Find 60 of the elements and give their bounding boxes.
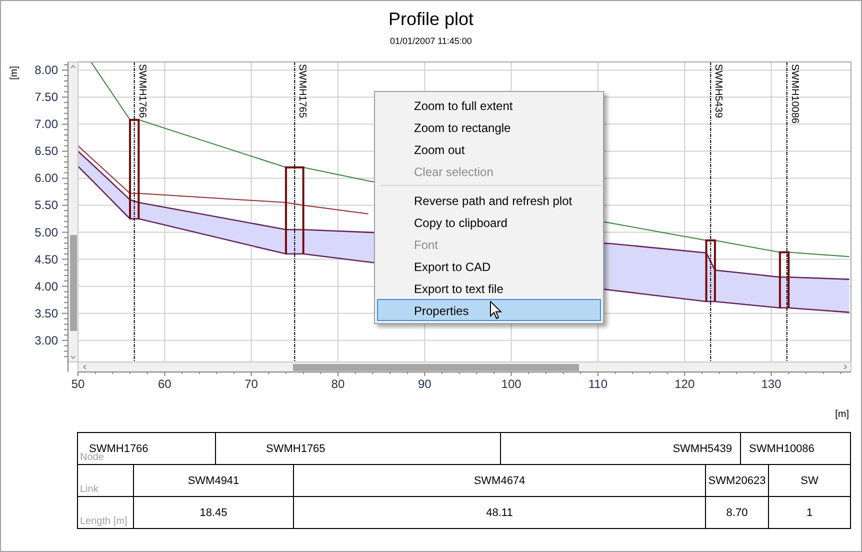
- menu-item[interactable]: Copy to clipboard: [377, 211, 601, 233]
- table-cell: SWMH1766: [89, 442, 148, 454]
- manhole-drawing: [705, 239, 716, 302]
- y-tick-label: 7.00: [34, 117, 58, 132]
- plot-title: Profile plot: [388, 9, 474, 30]
- node-label: SWMH10086: [788, 64, 800, 124]
- scroll-left-icon[interactable]: [82, 364, 86, 370]
- node-label: SWMH1765: [296, 64, 308, 118]
- y-tick-label: 4.50: [34, 252, 58, 266]
- table-cell: SWMH1765: [266, 442, 326, 454]
- menu-item[interactable]: Export to CAD: [377, 255, 601, 277]
- menu-item[interactable]: Zoom to rectangle: [377, 116, 601, 138]
- table-cell: SWM4941: [188, 474, 240, 486]
- manhole-drawing: [778, 251, 790, 308]
- y-tick-label: 5.50: [34, 198, 58, 212]
- table-cell: 1: [806, 506, 813, 518]
- scroll-up-icon[interactable]: [70, 64, 76, 68]
- node-label: SWMH5439: [712, 64, 724, 118]
- menu-item[interactable]: Properties: [377, 299, 601, 321]
- y-tick-label: 7.50: [34, 90, 58, 104]
- x-tick-label: 90: [418, 377, 432, 391]
- y-tick-label: 6.00: [34, 171, 58, 186]
- y-tick-label: 3.00: [34, 333, 58, 348]
- table-cell: 18.45: [200, 506, 228, 518]
- menu-item[interactable]: Reverse path and refresh plot: [377, 189, 601, 211]
- x-tick-label: 60: [158, 377, 172, 391]
- y-tick-label: 6.50: [34, 144, 58, 158]
- x-tick-label: 70: [244, 377, 258, 391]
- table-cell: SWMH5439: [672, 442, 732, 454]
- x-tick-label: 80: [331, 377, 345, 391]
- table-cell: SWMH10086: [749, 442, 814, 454]
- menu-item[interactable]: Zoom to full extent: [377, 94, 601, 116]
- row-label: Node: [80, 452, 104, 463]
- table-cell: SWM20623: [708, 474, 766, 486]
- x-tick-label: 120: [674, 377, 695, 391]
- scroll-down-icon[interactable]: [70, 356, 76, 360]
- plot-timestamp: 01/01/2007 11:45:00: [390, 36, 472, 46]
- x-tick-label: 130: [761, 377, 782, 391]
- row-label: Link: [80, 484, 98, 495]
- scroll-right-icon[interactable]: [844, 364, 848, 370]
- mouse-pointer-icon: [490, 301, 502, 320]
- scrollbar-thumb[interactable]: [70, 235, 77, 331]
- table-cell: SW: [800, 474, 818, 486]
- row-label: Length [m]: [80, 516, 128, 527]
- menu-item[interactable]: Export to text file: [377, 277, 601, 299]
- x-axis-label: [m]: [835, 409, 849, 420]
- menu-item[interactable]: Zoom out: [377, 138, 601, 160]
- y-tick-label: 8.00: [34, 63, 58, 78]
- y-tick-label: 4.00: [34, 279, 58, 294]
- table-cell: 48.11: [486, 506, 513, 518]
- y-tick-label: 5.00: [34, 225, 58, 240]
- x-tick-label: 50: [71, 377, 85, 391]
- y-tick-label: 3.50: [34, 306, 58, 320]
- x-tick-label: 100: [501, 377, 522, 391]
- table-cell: 8.70: [726, 506, 748, 518]
- table-cell: SWM4674: [474, 474, 526, 486]
- x-tick-label: 110: [588, 377, 608, 391]
- y-axis-label: [m]: [9, 66, 20, 80]
- node-label: SWMH1766: [136, 64, 147, 118]
- scrollbar-thumb[interactable]: [293, 364, 579, 371]
